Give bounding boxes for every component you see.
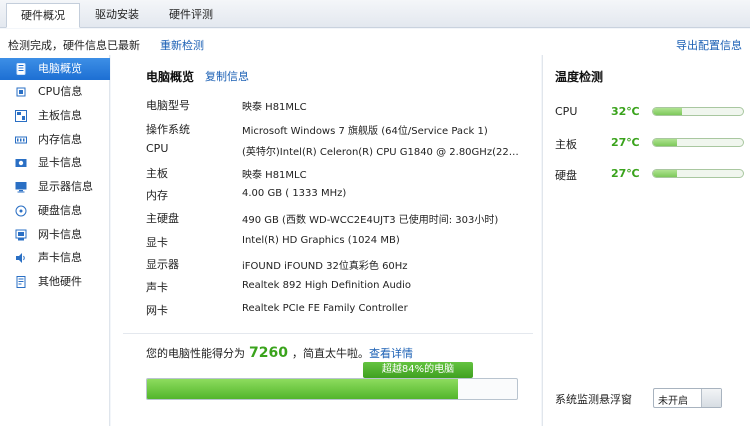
divider <box>123 333 533 334</box>
sidebar-item-cpu[interactable]: CPU信息 <box>0 81 110 103</box>
sidebar-item-hard-disk[interactable]: 硬盘信息 <box>0 200 110 222</box>
sidebar-item-computer-overview[interactable]: 电脑概览 <box>0 58 110 80</box>
status-bar: 检测完成，硬件信息已最新 重新检测 导出配置信息 <box>0 29 750 55</box>
temp-label-motherboard: 主板 <box>555 138 577 151</box>
row-label-main-disk: 主硬盘 <box>146 212 179 225</box>
temp-label-hard-disk: 硬盘 <box>555 169 577 182</box>
temperature-panel: 温度检测 CPU 32℃ 主板 27℃ 硬盘 27℃ 系统监测悬浮窗 未开启 <box>542 55 750 426</box>
memory-icon <box>15 136 27 144</box>
toggle-state-text: 未开启 <box>658 396 688 407</box>
temp-fill-motherboard <box>653 139 678 146</box>
row-value-sound: Realtek 892 High Definition Audio <box>242 280 412 291</box>
tab-driver-install[interactable]: 驱动安装 <box>86 3 148 28</box>
computer-overview-icon <box>16 63 26 75</box>
graphics-card-icon <box>15 159 27 167</box>
floating-window-toggle[interactable]: 未开启 <box>653 388 722 408</box>
sidebar-item-memory[interactable]: 内存信息 <box>0 129 110 151</box>
temp-bar-cpu <box>652 107 744 116</box>
row-label-model: 电脑型号 <box>146 99 190 112</box>
row-value-os: Microsoft Windows 7 旗舰版 (64位/Service Pac… <box>242 126 488 137</box>
performance-progress-fill <box>147 379 458 399</box>
export-config-link[interactable]: 导出配置信息 <box>676 37 742 53</box>
row-label-sound: 声卡 <box>146 281 168 294</box>
sidebar-item-label: 其他硬件 <box>38 275 82 288</box>
sidebar-item-label: 声卡信息 <box>38 251 82 264</box>
recheck-link[interactable]: 重新检测 <box>160 37 204 53</box>
view-details-link[interactable]: 查看详情 <box>369 345 413 361</box>
overview-panel: 电脑概览 复制信息 电脑型号 映泰 H81MLC 操作系统 Microsoft … <box>111 55 541 426</box>
row-label-motherboard: 主板 <box>146 167 168 180</box>
cpu-icon <box>16 87 26 97</box>
hard-disk-icon <box>15 205 27 217</box>
tab-hardware-benchmark[interactable]: 硬件评测 <box>160 3 222 28</box>
sidebar-item-label: 网卡信息 <box>38 228 82 241</box>
sidebar-item-other-hardware[interactable]: 其他硬件 <box>0 271 110 293</box>
tab-hardware-overview[interactable]: 硬件概况 <box>6 3 80 28</box>
sidebar-item-label: 显示器信息 <box>38 180 93 193</box>
temp-value-hard-disk: 27℃ <box>611 167 640 180</box>
monitor-icon <box>15 182 27 193</box>
sidebar-item-monitor[interactable]: 显示器信息 <box>0 176 110 198</box>
row-value-network: Realtek PCIe FE Family Controller <box>242 303 408 314</box>
temperature-title: 温度检测 <box>555 70 604 84</box>
sidebar-item-label: 主板信息 <box>38 109 82 122</box>
network-card-icon <box>15 229 27 241</box>
copy-info-link[interactable]: 复制信息 <box>205 68 249 84</box>
sidebar-item-graphics-card[interactable]: 显卡信息 <box>0 152 110 174</box>
beat-percentage-badge: 超越84%的电脑 <box>363 362 473 378</box>
performance-progress-bar <box>146 378 518 400</box>
sidebar-item-network-card[interactable]: 网卡信息 <box>0 224 110 246</box>
sidebar-item-label: 电脑概览 <box>38 62 82 75</box>
temp-fill-hard-disk <box>653 170 678 177</box>
temp-fill-cpu <box>653 108 682 115</box>
detection-status-text: 检测完成，硬件信息已最新 <box>8 39 140 52</box>
row-label-network: 网卡 <box>146 304 168 317</box>
score-prefix: 您的电脑性能得分为 <box>146 347 245 360</box>
temp-value-cpu: 32℃ <box>611 105 640 118</box>
sidebar: 电脑概览 CPU信息 主板信息 内存信息 显卡信息 显示器信息 硬盘信息 网卡信… <box>0 55 110 426</box>
sidebar-item-label: 内存信息 <box>38 133 82 146</box>
row-value-cpu: (英特尔)Intel(R) Celeron(R) CPU G1840 @ 2.8… <box>242 147 522 158</box>
row-label-os: 操作系统 <box>146 123 190 136</box>
sidebar-item-motherboard[interactable]: 主板信息 <box>0 105 110 127</box>
row-label-cpu: CPU <box>146 142 169 155</box>
overview-title: 电脑概览 <box>146 70 195 84</box>
row-value-motherboard: 映泰 H81MLC <box>242 170 307 181</box>
row-label-display: 显示器 <box>146 258 179 271</box>
temp-bar-motherboard <box>652 138 744 147</box>
row-value-model: 映泰 H81MLC <box>242 102 307 113</box>
score-suffix: ，简直太牛啦。 <box>291 347 369 360</box>
sidebar-item-label: 硬盘信息 <box>38 204 82 217</box>
row-value-display: iFOUND iFOUND 32位真彩色 60Hz <box>242 261 408 272</box>
temp-bar-hard-disk <box>652 169 744 178</box>
row-value-main-disk: 490 GB (西数 WD-WCC2E4UJT3 已使用时间: 303小时) <box>242 215 499 226</box>
other-hardware-icon <box>16 276 26 288</box>
temp-label-cpu: CPU <box>555 105 578 118</box>
sound-card-icon <box>16 253 25 263</box>
row-value-memory: 4.00 GB ( 1333 MHz) <box>242 188 347 199</box>
sidebar-item-label: 显卡信息 <box>38 156 82 169</box>
floating-window-label: 系统监测悬浮窗 <box>555 393 632 406</box>
sidebar-item-sound-card[interactable]: 声卡信息 <box>0 247 110 269</box>
motherboard-icon <box>15 110 27 122</box>
temp-value-motherboard: 27℃ <box>611 136 640 149</box>
top-tab-bar: 硬件概况 驱动安装 硬件评测 <box>0 0 750 28</box>
row-value-graphics: Intel(R) HD Graphics (1024 MB) <box>242 235 400 246</box>
score-line: 您的电脑性能得分为 7260 ，简直太牛啦。 <box>146 345 369 361</box>
toggle-knob <box>701 389 721 407</box>
sidebar-item-label: CPU信息 <box>38 85 83 98</box>
score-value: 7260 <box>249 345 288 361</box>
row-label-memory: 内存 <box>146 189 168 202</box>
row-label-graphics: 显卡 <box>146 236 168 249</box>
